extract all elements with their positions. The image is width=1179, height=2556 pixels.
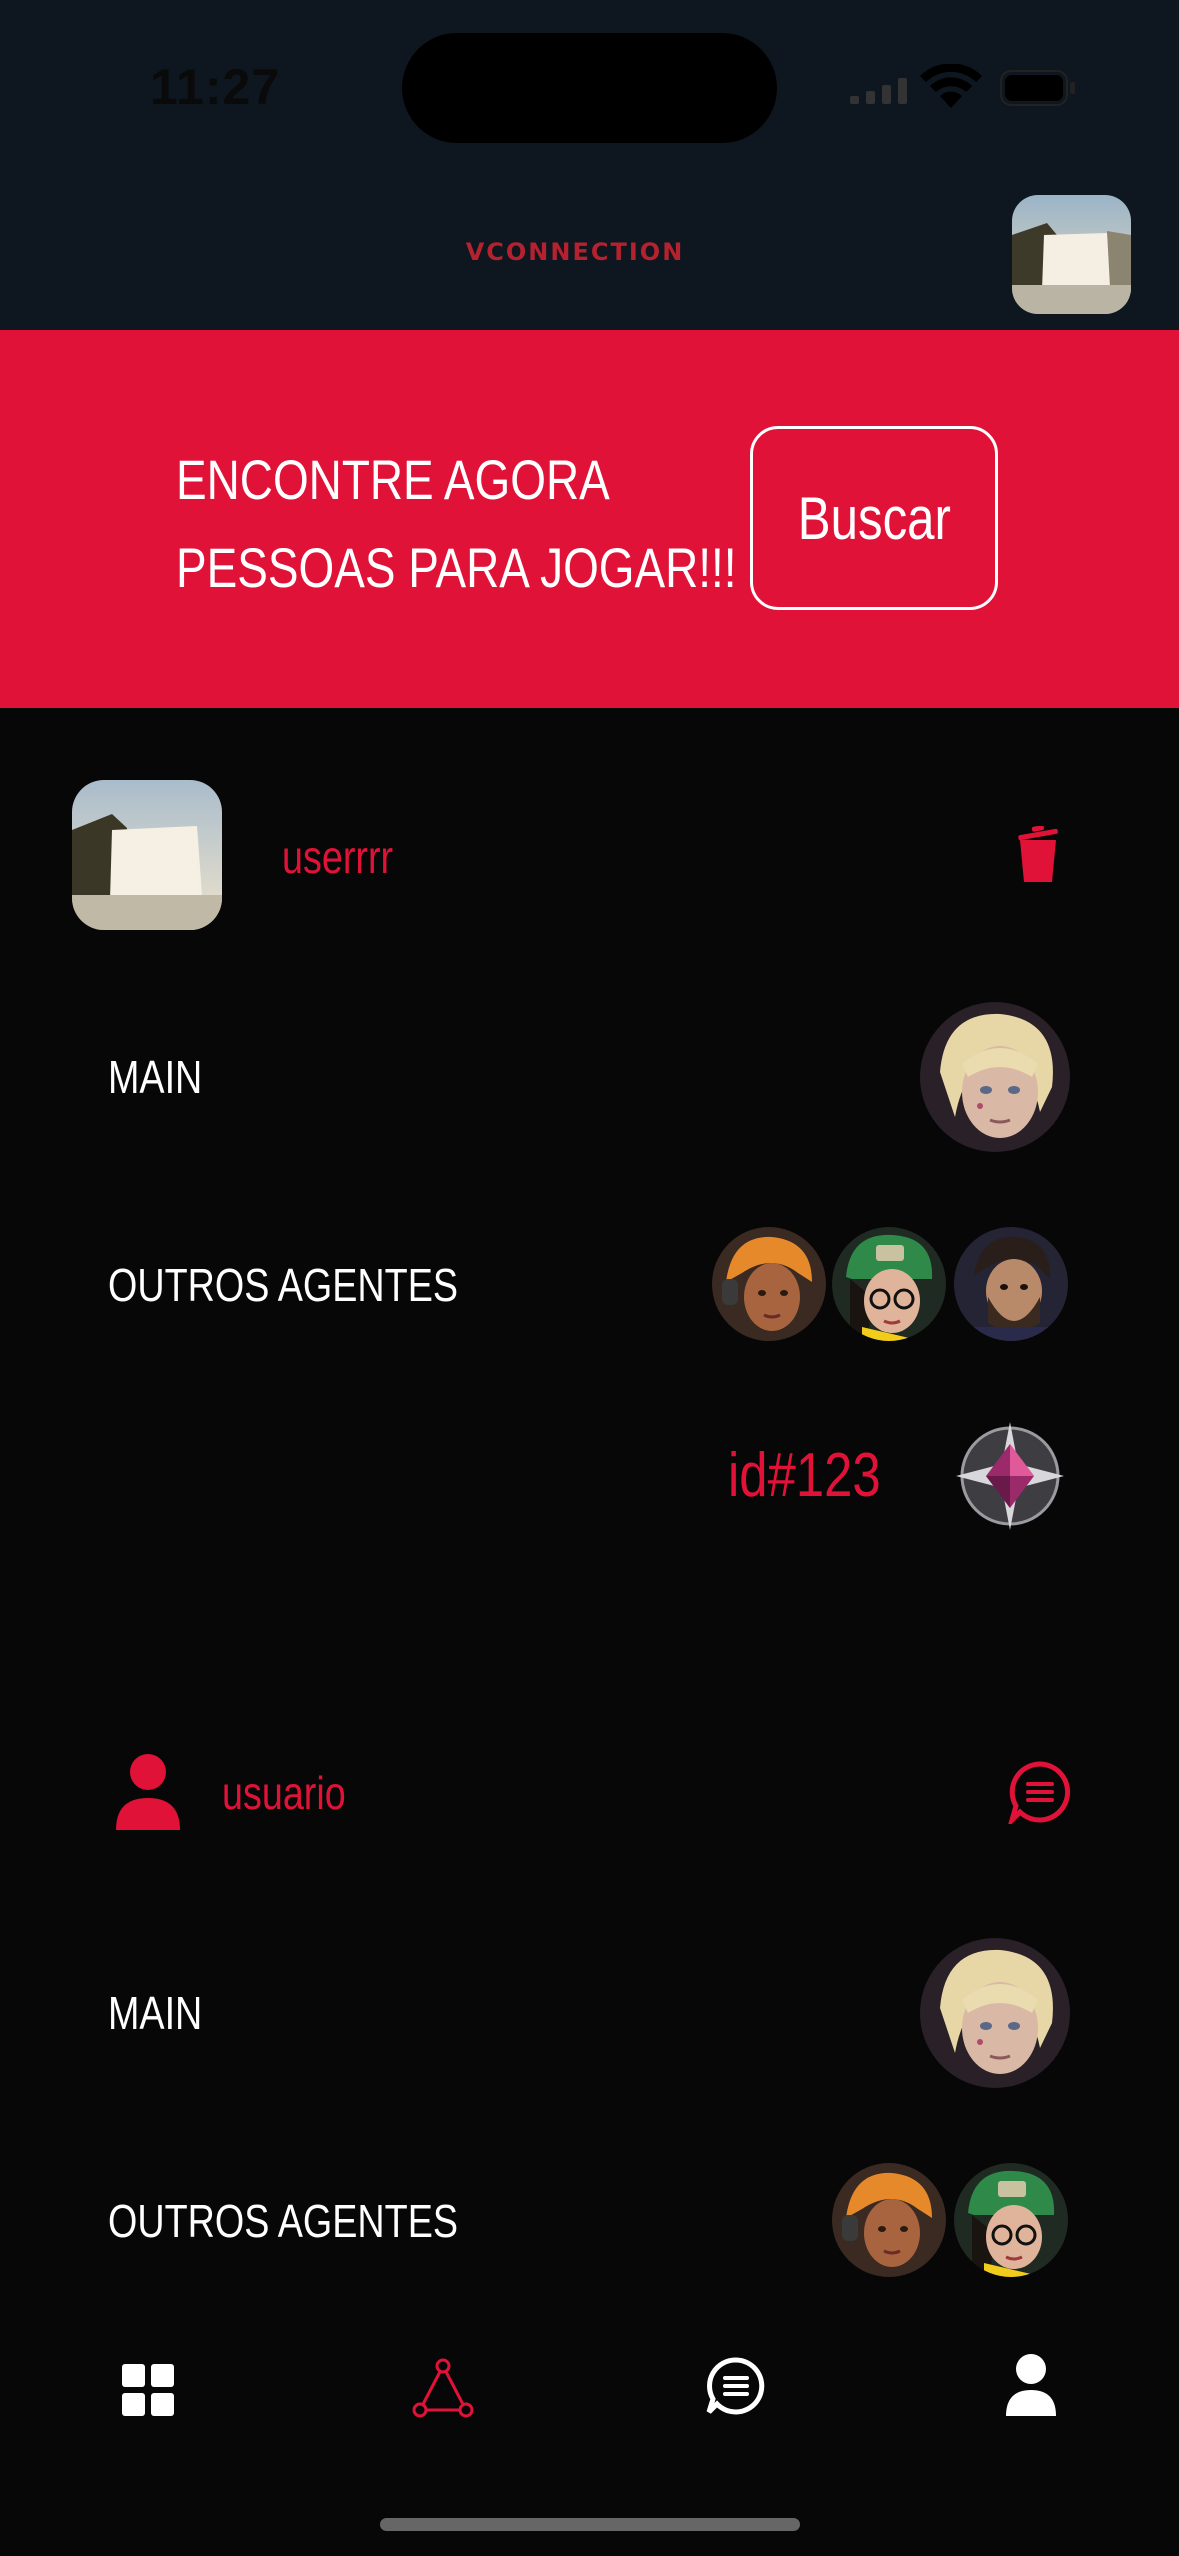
banner-headline: ENCONTRE AGORA PESSOAS PARA JOGAR!!!: [176, 436, 737, 612]
waterfall-image: [72, 780, 222, 930]
network-icon[interactable]: [412, 2358, 474, 2420]
agent-portrait-raze: [832, 2163, 946, 2277]
dynamic-island: [402, 33, 777, 143]
player-username: usuario: [222, 1767, 346, 1819]
other-agents-label: OUTROS AGENTES: [108, 1259, 459, 1311]
waterfall-image: [1012, 195, 1131, 314]
chat-icon[interactable]: [1008, 1760, 1072, 1824]
profile-avatar[interactable]: [1012, 195, 1131, 314]
main-agent-portrait: [920, 1002, 1070, 1152]
user-placeholder-icon: [116, 1754, 180, 1830]
rank-badge-icon: [956, 1422, 1064, 1530]
cellular-signal-icon: [850, 78, 907, 104]
search-button-label: Buscar: [797, 484, 951, 552]
agent-portrait-chamber: [954, 1227, 1068, 1341]
player-username: userrrr: [282, 831, 394, 883]
main-agent-label: MAIN: [108, 1987, 203, 2039]
main-agent-portrait: [920, 1938, 1070, 2088]
banner-line-2: PESSOAS PARA JOGAR!!!: [176, 536, 737, 599]
battery-icon: [1000, 70, 1075, 106]
agent-portrait-killjoy: [954, 2163, 1068, 2277]
profile-icon[interactable]: [1006, 2354, 1056, 2416]
status-time: 11:27: [150, 59, 281, 115]
app-logo: VCONNECTION: [465, 238, 685, 266]
wifi-icon: [920, 64, 982, 108]
player-id: id#123: [728, 1441, 881, 1510]
grid-icon[interactable]: [122, 2364, 174, 2416]
agent-portrait-raze: [712, 1227, 826, 1341]
other-agents-label: OUTROS AGENTES: [108, 2195, 459, 2247]
trash-icon[interactable]: [1016, 826, 1060, 884]
home-indicator: [380, 2518, 800, 2531]
main-agent-label: MAIN: [108, 1051, 203, 1103]
chat-icon[interactable]: [706, 2356, 766, 2416]
player-avatar[interactable]: [72, 780, 222, 930]
agent-portrait-killjoy: [832, 1227, 946, 1341]
banner-line-1: ENCONTRE AGORA: [176, 448, 610, 511]
search-button[interactable]: Buscar: [750, 426, 998, 610]
